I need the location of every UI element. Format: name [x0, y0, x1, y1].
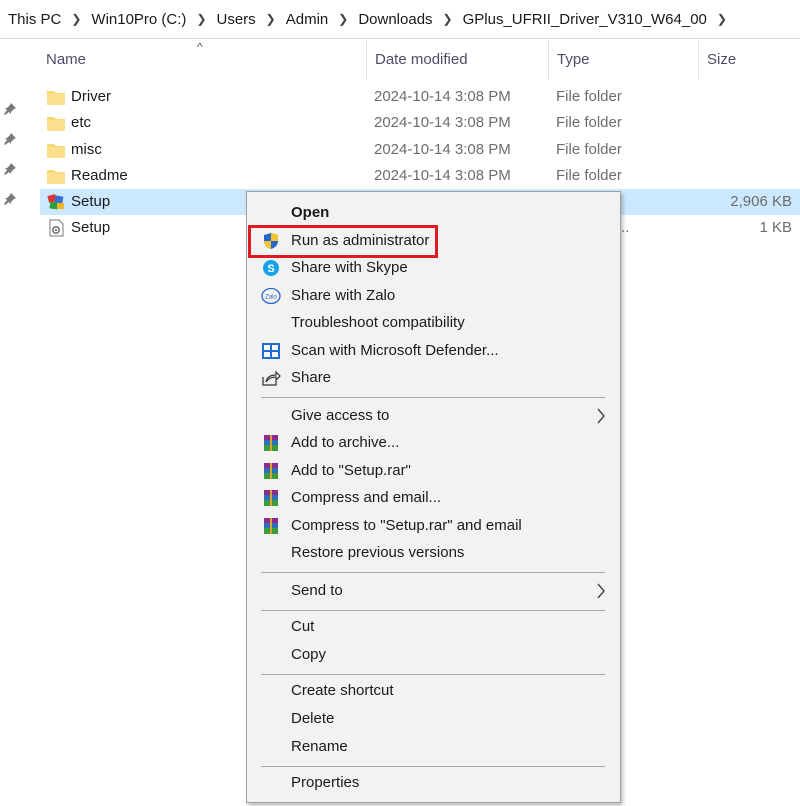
winrar-icon [264, 463, 278, 479]
winrar-icon [264, 435, 278, 451]
chevron-right-icon[interactable]: ❯ [63, 12, 89, 26]
menu-separator [261, 674, 605, 675]
menu-item-create-shortcut[interactable]: Create shortcut [247, 678, 620, 704]
menu-item-share[interactable]: Share [247, 365, 620, 391]
menu-separator [261, 766, 605, 767]
menu-item-restore-previous-versions[interactable]: Restore previous versions [247, 540, 620, 566]
folder-icon [47, 144, 65, 158]
column-header-size[interactable]: Size [698, 40, 800, 80]
folder-icon [47, 170, 65, 184]
pin-icon [4, 103, 16, 115]
file-row[interactable]: Readme 2024-10-14 3:08 PM File folder [40, 163, 800, 189]
menu-item-copy[interactable]: Copy [247, 642, 620, 668]
menu-item-delete[interactable]: Delete [247, 706, 620, 732]
file-row[interactable]: misc 2024-10-14 3:08 PM File folder [40, 137, 800, 163]
menu-item-compress-and-email[interactable]: Compress and email... [247, 485, 620, 511]
highlight-box [248, 225, 438, 258]
chevron-right-icon [597, 583, 605, 599]
chevron-right-icon[interactable]: ❯ [435, 12, 461, 26]
menu-item-share-with-zalo[interactable]: Zalo Share with Zalo [247, 283, 620, 309]
column-header-row: Name Date modified Type Size [0, 40, 800, 80]
menu-item-properties[interactable]: Properties [247, 770, 620, 796]
menu-item-share-with-skype[interactable]: S Share with Skype [247, 255, 620, 281]
menu-item-troubleshoot-compatibility[interactable]: Troubleshoot compatibility [247, 310, 620, 336]
winrar-icon [264, 490, 278, 506]
menu-item-give-access-to[interactable]: Give access to [247, 403, 620, 429]
svg-text:S: S [267, 263, 274, 275]
pin-icon [4, 163, 16, 175]
zalo-icon: Zalo [261, 287, 281, 305]
folder-icon [47, 117, 65, 131]
breadcrumb-driver-folder[interactable]: GPlus_UFRII_Driver_V310_W64_00 ❯ [461, 11, 735, 28]
setup-app-icon [47, 194, 64, 210]
file-row[interactable]: Driver 2024-10-14 3:08 PM File folder [40, 84, 800, 110]
menu-item-compress-to-setup-rar-and-email[interactable]: Compress to "Setup.rar" and email [247, 513, 620, 539]
chevron-right-icon[interactable]: ❯ [258, 12, 284, 26]
menu-item-rename[interactable]: Rename [247, 734, 620, 760]
chevron-right-icon[interactable]: ❯ [188, 12, 214, 26]
menu-separator [261, 572, 605, 573]
share-icon [262, 370, 281, 386]
chevron-right-icon[interactable]: ❯ [330, 12, 356, 26]
column-header-type[interactable]: Type [548, 40, 695, 80]
context-menu: Open Run as administrator S Share with S… [246, 191, 621, 803]
breadcrumb-drive[interactable]: Win10Pro (C:) ❯ [89, 11, 214, 28]
menu-separator [261, 610, 605, 611]
skype-icon: S [263, 260, 279, 276]
settings-file-icon [49, 219, 64, 237]
menu-item-cut[interactable]: Cut [247, 614, 620, 640]
address-bar[interactable]: This PC ❯ Win10Pro (C:) ❯ Users ❯ Admin … [0, 0, 800, 39]
chevron-right-icon[interactable]: ❯ [709, 12, 735, 26]
chevron-right-icon [597, 408, 605, 424]
defender-icon [262, 343, 280, 359]
sort-ascending-icon: ^ [197, 40, 203, 54]
pin-icon [4, 193, 16, 205]
folder-icon [47, 91, 65, 105]
breadcrumb-users[interactable]: Users ❯ [215, 11, 284, 28]
quick-access-pin-strip [0, 38, 22, 806]
menu-separator [261, 397, 605, 398]
menu-item-add-to-setup-rar[interactable]: Add to "Setup.rar" [247, 458, 620, 484]
menu-item-open[interactable]: Open [247, 200, 620, 226]
menu-item-send-to[interactable]: Send to [247, 578, 620, 604]
column-header-date[interactable]: Date modified [366, 40, 547, 80]
winrar-icon [264, 518, 278, 534]
menu-item-add-to-archive[interactable]: Add to archive... [247, 430, 620, 456]
file-row[interactable]: etc 2024-10-14 3:08 PM File folder [40, 110, 800, 136]
breadcrumb-this-pc[interactable]: This PC ❯ [0, 11, 89, 28]
svg-text:Zalo: Zalo [265, 295, 277, 301]
menu-item-scan-with-defender[interactable]: Scan with Microsoft Defender... [247, 338, 620, 364]
breadcrumb-downloads[interactable]: Downloads ❯ [356, 11, 460, 28]
breadcrumb-admin[interactable]: Admin ❯ [284, 11, 357, 28]
pin-icon [4, 133, 16, 145]
